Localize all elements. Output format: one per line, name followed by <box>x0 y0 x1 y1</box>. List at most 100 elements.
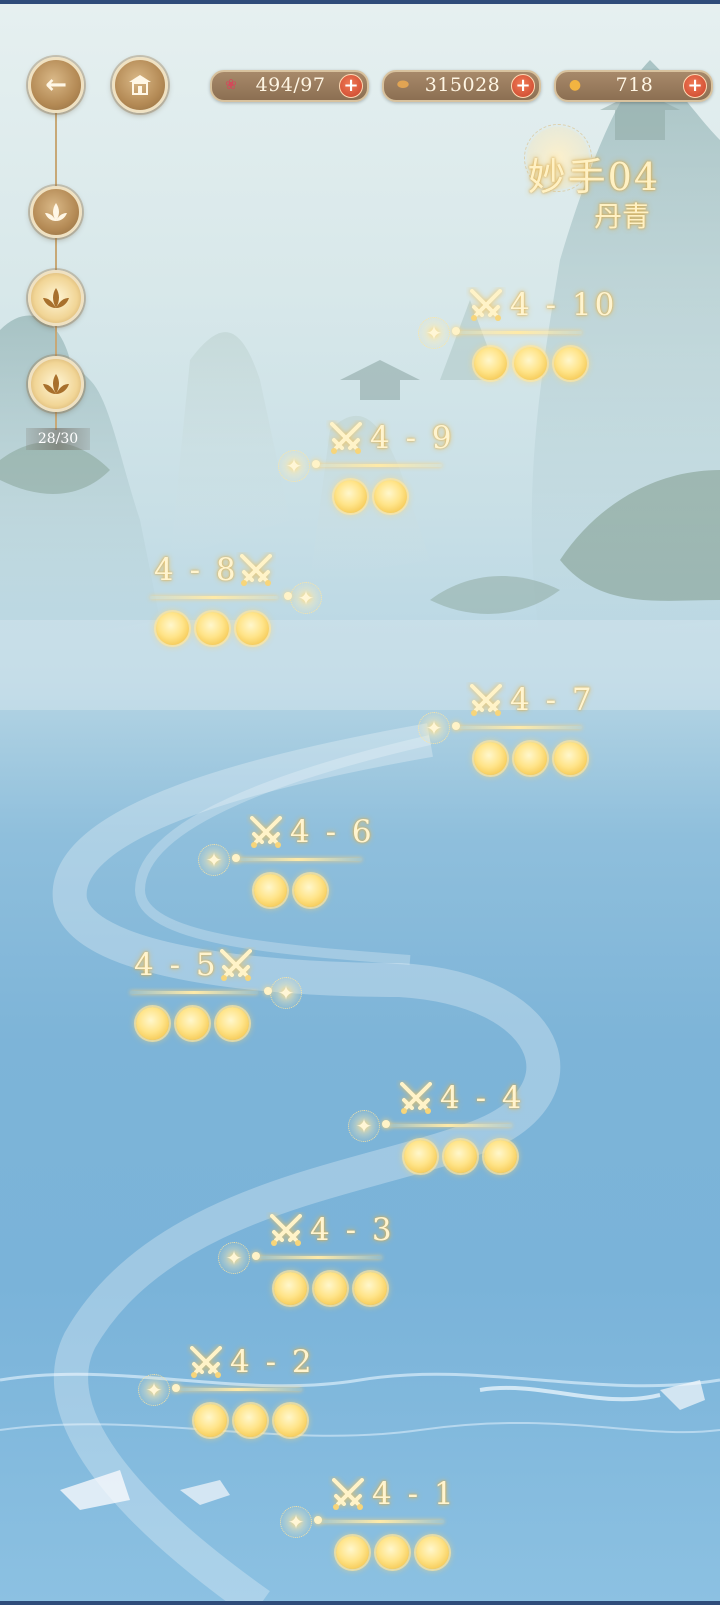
crossed-swords-icon <box>326 420 366 456</box>
stage-node-4-6[interactable]: ✦ 4 - 6 <box>198 812 470 922</box>
stage-dot <box>264 987 272 995</box>
star-icon <box>514 347 547 380</box>
coin-icon: ⬬ <box>397 77 409 93</box>
stage-stars <box>474 347 587 380</box>
star-icon <box>474 347 507 380</box>
stage-node-4-3[interactable]: ✦ 4 - 3 <box>218 1210 490 1320</box>
star-icon <box>254 874 287 907</box>
shop-button[interactable] <box>112 57 168 113</box>
resource-coins[interactable]: ⬬ 315028 + <box>382 70 541 102</box>
star-progress-label: 28/30 <box>26 428 90 450</box>
chapter-subtitle: 丹青 <box>593 200 650 233</box>
star-icon <box>236 612 269 645</box>
stage-underline <box>316 1520 444 1523</box>
stage-node-4-7[interactable]: ✦ 4 - 7 <box>418 680 690 790</box>
star-icon <box>216 1007 249 1040</box>
stage-label: 4 - 6 <box>290 814 375 850</box>
stage-label: 4 - 7 <box>510 682 595 718</box>
stage-node-4-10[interactable]: ✦ 4 - 10 <box>418 285 690 395</box>
resource-gold[interactable]: ● 718 + <box>554 70 713 102</box>
stage-underline <box>150 596 278 599</box>
stage-node-4-2[interactable]: ✦ 4 - 2 <box>138 1342 410 1452</box>
crossed-swords-icon <box>216 947 256 983</box>
sparkle-icon: ✦ <box>270 977 302 1009</box>
crossed-swords-icon <box>328 1476 368 1512</box>
add-gold-button[interactable]: + <box>683 74 707 98</box>
crossed-swords-icon <box>466 682 506 718</box>
stage-underline <box>254 1256 382 1259</box>
crossed-swords-icon <box>236 552 276 588</box>
peach-icon: ❀ <box>225 77 237 93</box>
stage-stars <box>194 1404 307 1437</box>
star-icon <box>136 1007 169 1040</box>
stage-stars <box>254 874 327 907</box>
stage-label: 4 - 1 <box>372 1476 457 1512</box>
stage-dot <box>382 1120 390 1128</box>
star-icon <box>404 1140 437 1173</box>
stage-node-4-9[interactable]: ✦ 4 - 9 <box>278 418 550 528</box>
stage-node-4-8[interactable]: ✦ 4 - 8 <box>140 550 400 660</box>
stage-dot <box>232 854 240 862</box>
stage-label: 4 - 3 <box>310 1212 395 1248</box>
star-icon <box>176 1007 209 1040</box>
lotus-reward-button-3[interactable] <box>28 356 84 412</box>
sparkle-icon: ✦ <box>198 844 230 876</box>
gold-icon: ● <box>568 77 582 93</box>
star-icon <box>234 1404 267 1437</box>
stage-dot <box>252 1252 260 1260</box>
stage-label: 4 - 4 <box>440 1080 525 1116</box>
stage-label: 4 - 2 <box>230 1344 315 1380</box>
game-map-screen: ← 28/30 ❀ 494/97 + ⬬ 315028 + ● 718 + 妙手… <box>0 0 720 1605</box>
stage-stars <box>404 1140 517 1173</box>
pavilion-icon <box>129 75 151 95</box>
sparkle-icon: ✦ <box>138 1374 170 1406</box>
stage-node-4-5[interactable]: ✦ 4 - 5 <box>120 945 380 1055</box>
stage-node-4-1[interactable]: ✦ 4 - 1 <box>280 1474 552 1584</box>
back-button[interactable]: ← <box>28 57 84 113</box>
resource-gold-value: 718 <box>615 74 654 96</box>
star-icon <box>196 612 229 645</box>
stage-underline <box>234 858 362 861</box>
star-icon <box>274 1404 307 1437</box>
bottom-edge <box>0 1601 720 1605</box>
stage-label: 4 - 5 <box>134 947 219 983</box>
star-icon <box>294 874 327 907</box>
chapter-name: 妙手04 <box>527 155 660 199</box>
star-icon <box>484 1140 517 1173</box>
top-edge <box>0 0 720 4</box>
stage-stars <box>336 1536 449 1569</box>
stage-stars <box>274 1272 387 1305</box>
lotus-icon <box>43 374 69 394</box>
crossed-swords-icon <box>266 1212 306 1248</box>
crossed-swords-icon <box>396 1080 436 1116</box>
stage-node-4-4[interactable]: ✦ 4 - 4 <box>348 1078 620 1188</box>
add-coins-button[interactable]: + <box>511 74 535 98</box>
sparkle-icon: ✦ <box>280 1506 312 1538</box>
sparkle-icon: ✦ <box>290 582 322 614</box>
stage-underline <box>314 464 442 467</box>
add-stamina-button[interactable]: + <box>339 74 363 98</box>
lotus-reward-button-2[interactable] <box>28 270 84 326</box>
stage-dot <box>312 460 320 468</box>
star-icon <box>416 1536 449 1569</box>
stage-dot <box>172 1384 180 1392</box>
star-icon <box>374 480 407 513</box>
stage-underline <box>174 1388 302 1391</box>
stage-underline <box>384 1124 512 1127</box>
crossed-swords-icon <box>466 287 506 323</box>
sparkle-icon: ✦ <box>418 712 450 744</box>
crossed-swords-icon <box>186 1344 226 1380</box>
lotus-reward-button-1[interactable] <box>30 186 82 238</box>
star-icon <box>194 1404 227 1437</box>
resource-stamina[interactable]: ❀ 494/97 + <box>210 70 369 102</box>
stage-stars <box>334 480 407 513</box>
stage-dot <box>284 592 292 600</box>
stage-stars <box>474 742 587 775</box>
back-arrow-icon: ← <box>45 70 67 100</box>
stage-stars <box>136 1007 249 1040</box>
star-icon <box>514 742 547 775</box>
sparkle-icon: ✦ <box>348 1110 380 1142</box>
sparkle-icon: ✦ <box>218 1242 250 1274</box>
star-icon <box>156 612 189 645</box>
star-icon <box>314 1272 347 1305</box>
